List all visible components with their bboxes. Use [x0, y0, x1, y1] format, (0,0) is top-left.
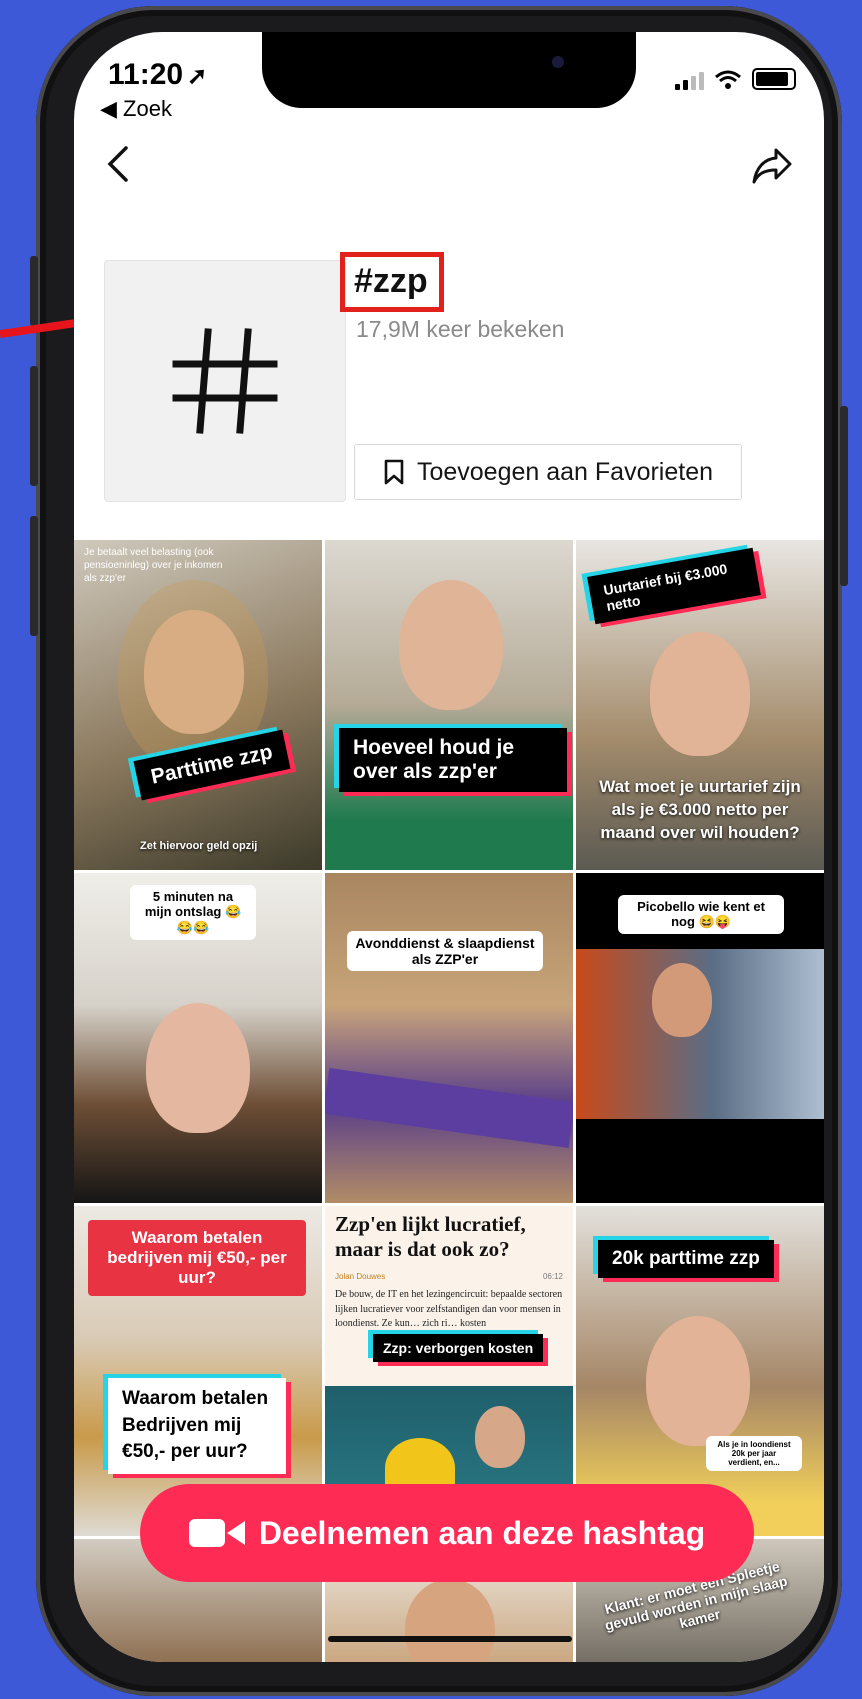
person-face — [475, 1406, 525, 1468]
video-caption: 5 minuten na mijn ontslag 😂😂😂 — [130, 885, 256, 940]
person-face — [646, 1316, 750, 1446]
video-caption: 20k parttime zzp — [598, 1240, 774, 1278]
video-tile[interactable]: Je betaalt veel belasting (ook pensioeni… — [74, 540, 322, 870]
video-tile[interactable]: Hoeveel houd je over als zzp'er — [325, 540, 573, 870]
app-screen: 11:20 ➚ ◀ Zoek #zzp 17,9M keer bekeken T… — [74, 32, 824, 1662]
video-caption: Avonddienst & slaapdienst als ZZP'er — [347, 931, 543, 971]
purple-object — [325, 1067, 573, 1149]
video-caption: Waarom betalen bedrijven mij €50,- per u… — [88, 1220, 306, 1296]
video-tile[interactable]: Avonddienst & slaapdienst als ZZP'er — [325, 873, 573, 1203]
favorite-label: Toevoegen aan Favorieten — [416, 457, 714, 486]
person-face — [405, 1579, 495, 1662]
back-to-app-link[interactable]: ◀ Zoek — [100, 96, 172, 122]
bookmark-icon — [384, 459, 404, 485]
volume-down-button — [30, 516, 38, 636]
join-hashtag-button[interactable]: Deelnemen aan deze hashtag — [140, 1484, 754, 1582]
article-body: De bouw, de IT en het lezingencircuit: b… — [335, 1289, 563, 1329]
article-author: Jolan Douwes — [335, 1272, 386, 1281]
views-count: 17,9M — [356, 316, 420, 342]
wifi-icon — [715, 70, 741, 89]
article-title: Zzp'en lijkt lucratief, maar is dat ook … — [335, 1212, 526, 1262]
video-bottom-text: Zet hiervoor geld opzij — [140, 840, 258, 852]
person-face — [146, 1003, 250, 1133]
status-icons — [675, 68, 796, 90]
video-tile[interactable]: 5 minuten na mijn ontslag 😂😂😂 — [74, 873, 322, 1203]
status-time: 11:20 ➚ — [108, 58, 207, 92]
video-caption: Uurtarief bij €3.000 netto — [587, 547, 761, 625]
power-button — [840, 406, 848, 586]
video-top-text: Je betaalt veel belasting (ook pensioeni… — [84, 547, 223, 584]
video-bottom-text: Wat moet je uurtarief zijn als je €3.000… — [599, 777, 801, 842]
volume-up-button — [30, 366, 38, 486]
video-tile[interactable]: Picobello wie kent et nog 😆😝 — [576, 873, 824, 1203]
video-tile[interactable]: Uurtarief bij €3.000 netto Wat moet je u… — [576, 540, 824, 870]
person-face — [652, 963, 712, 1037]
video-sub-caption: Waarom betalen Bedrijven mij €50,- per u… — [108, 1378, 286, 1474]
article-time: 06:12 — [542, 1272, 563, 1281]
share-icon[interactable] — [750, 144, 794, 188]
add-to-favorites-button[interactable]: Toevoegen aan Favorieten — [354, 444, 742, 500]
join-button-label: Deelnemen aan deze hashtag — [258, 1514, 706, 1551]
person-face — [399, 580, 503, 710]
time-text: 11:20 — [108, 58, 184, 91]
camera-icon — [552, 56, 564, 68]
video-caption: Hoeveel houd je over als zzp'er — [339, 728, 567, 792]
video-caption: Picobello wie kent et nog 😆😝 — [618, 895, 784, 934]
video-camera-icon — [188, 1519, 245, 1547]
location-arrow-icon: ➚ — [187, 63, 208, 90]
views-label: keer bekeken — [426, 316, 565, 342]
battery-icon — [752, 68, 796, 90]
hashtag-title: #zzp — [354, 262, 428, 300]
views-text: 17,9M keer bekeken — [356, 316, 564, 343]
video-note: Als je in loondienst 20k per jaar verdie… — [706, 1436, 802, 1471]
hashtag-thumbnail — [104, 260, 346, 502]
back-chevron-icon[interactable] — [100, 144, 140, 184]
home-indicator[interactable] — [328, 1636, 572, 1642]
notch — [262, 32, 636, 108]
person-face — [650, 632, 750, 756]
signal-icon — [675, 72, 704, 90]
video-caption: Zzp: verborgen kosten — [373, 1334, 544, 1362]
hashtag-icon — [172, 328, 278, 434]
